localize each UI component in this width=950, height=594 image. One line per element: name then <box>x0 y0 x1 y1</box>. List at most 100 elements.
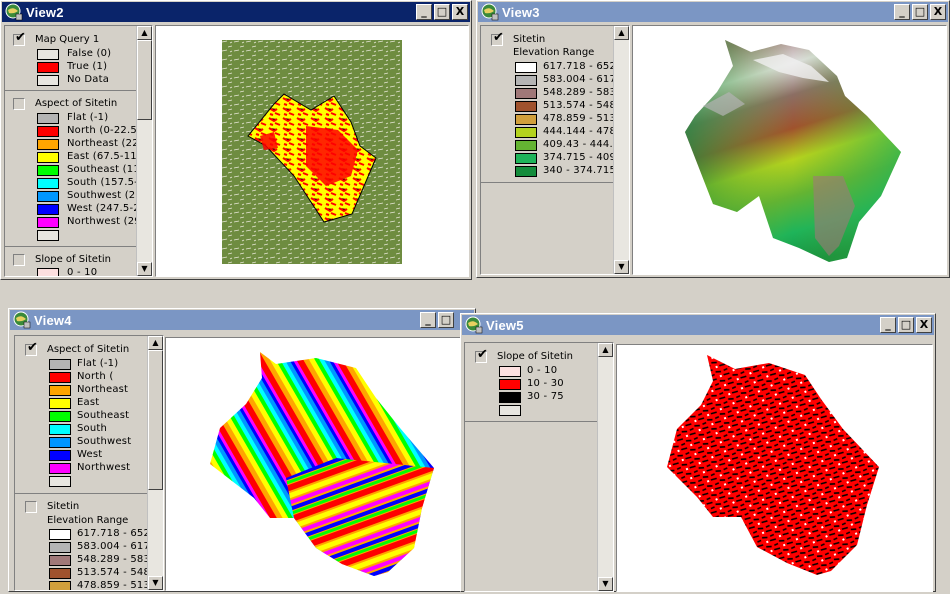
minimize-button[interactable]: _ <box>416 4 432 20</box>
legend-label: 0 - 10 <box>527 365 558 376</box>
maximize-button[interactable]: □ <box>912 4 928 20</box>
legend-swatch <box>49 359 71 370</box>
theme-visibility-checkbox[interactable] <box>13 254 25 266</box>
legend-swatch <box>49 542 71 553</box>
view2-map-display[interactable] <box>155 25 469 277</box>
legend-swatch <box>49 411 71 422</box>
scroll-down-button[interactable]: ▼ <box>614 260 629 274</box>
toc-vertical-scrollbar[interactable]: ▲ ▼ <box>147 336 163 590</box>
view3-table-of-contents[interactable]: Sitetin Elevation Range 617.718 - 652 58… <box>480 25 630 275</box>
theme-subtitle: Elevation Range <box>513 47 595 58</box>
toc-vertical-scrollbar[interactable]: ▲ ▼ <box>597 343 613 591</box>
legend-swatch <box>515 140 537 151</box>
view5-titlebar[interactable]: View5 _ □ X <box>462 315 934 335</box>
legend-label: West (247.5-2 <box>67 203 140 214</box>
view5-map-display[interactable] <box>616 344 933 592</box>
legend-swatch <box>499 405 521 416</box>
close-button[interactable]: X <box>930 4 946 20</box>
view2-title: View2 <box>26 4 64 20</box>
legend-label: Northwest (29 <box>67 216 141 227</box>
view-globe-icon <box>481 3 499 21</box>
legend-label: 374.715 - 409 <box>543 152 617 163</box>
maximize-button[interactable]: □ <box>898 317 914 333</box>
theme-visibility-checkbox[interactable] <box>491 34 503 46</box>
scroll-thumb[interactable] <box>148 350 163 490</box>
view2-titlebar[interactable]: View2 _ □ X <box>2 2 470 22</box>
legend-swatch <box>37 191 59 202</box>
legend-swatch <box>37 178 59 189</box>
view4-map-display[interactable] <box>165 337 475 591</box>
minimize-button[interactable]: _ <box>894 4 910 20</box>
scroll-up-button[interactable]: ▲ <box>148 336 163 350</box>
toc-vertical-scrollbar[interactable]: ▲ ▼ <box>136 26 152 276</box>
view3-window[interactable]: View3 _ □ X Sitetin Elevation Range 617.… <box>476 0 950 278</box>
theme-name[interactable]: Aspect of Sitetin <box>47 344 129 355</box>
view2-table-of-contents[interactable]: Map Query 1 False (0) True (1) No Data A… <box>4 25 153 277</box>
legend-swatch <box>515 166 537 177</box>
view2-window[interactable]: View2 _ □ X Map Query 1 False (0) True (… <box>0 0 472 280</box>
map-query-map <box>222 40 402 264</box>
legend-label: Southwest <box>77 436 132 447</box>
theme-visibility-checkbox[interactable] <box>475 351 487 363</box>
theme-visibility-checkbox[interactable] <box>13 34 25 46</box>
theme-name[interactable]: Sitetin <box>513 34 545 45</box>
legend-label: North (0-22.5 <box>67 125 137 136</box>
legend-swatch <box>37 268 59 276</box>
theme-visibility-checkbox[interactable] <box>25 344 37 356</box>
legend-swatch <box>49 437 71 448</box>
toc-vertical-scrollbar[interactable]: ▲ ▼ <box>613 26 629 274</box>
view4-table-of-contents[interactable]: Aspect of Sitetin Flat (-1) North ( Nort… <box>14 335 164 591</box>
theme-name[interactable]: Sitetin <box>47 501 79 512</box>
legend-swatch <box>37 165 59 176</box>
legend-label: Northwest <box>77 462 131 473</box>
legend-swatch <box>515 153 537 164</box>
legend-label: Northeast <box>77 384 129 395</box>
scroll-up-button[interactable]: ▲ <box>598 343 613 357</box>
legend-label: 340 - 374.715 <box>543 165 617 176</box>
theme-visibility-checkbox[interactable] <box>13 98 25 110</box>
scroll-down-button[interactable]: ▼ <box>598 577 613 591</box>
view5-window[interactable]: View5 _ □ X Slope of Sitetin 0 - 10 10 -… <box>460 313 936 592</box>
scroll-up-button[interactable]: ▲ <box>614 26 629 40</box>
view3-map-display[interactable] <box>632 25 947 275</box>
minimize-button[interactable]: _ <box>880 317 896 333</box>
theme-name[interactable]: Aspect of Sitetin <box>35 98 117 109</box>
legend-label: 478.859 - 513 <box>543 113 617 124</box>
legend-swatch <box>515 88 537 99</box>
legend-swatch <box>37 152 59 163</box>
legend-label: 478.859 - 513 <box>77 580 151 591</box>
scroll-thumb[interactable] <box>137 40 152 120</box>
theme-visibility-checkbox[interactable] <box>25 501 37 513</box>
theme-divider <box>15 493 149 494</box>
legend-swatch <box>37 217 59 228</box>
legend-swatch <box>515 62 537 73</box>
legend-swatch <box>37 49 59 60</box>
maximize-button[interactable]: □ <box>438 312 454 328</box>
minimize-button[interactable]: _ <box>420 312 436 328</box>
legend-swatch <box>37 126 59 137</box>
theme-name[interactable]: Slope of Sitetin <box>35 254 111 265</box>
scroll-down-button[interactable]: ▼ <box>148 576 163 590</box>
legend-label: South (157.5- <box>67 177 138 188</box>
scroll-down-button[interactable]: ▼ <box>137 262 152 276</box>
close-button[interactable]: X <box>916 317 932 333</box>
legend-swatch <box>499 366 521 377</box>
view5-table-of-contents[interactable]: Slope of Sitetin 0 - 10 10 - 30 30 - 75 … <box>464 342 614 592</box>
maximize-button[interactable]: □ <box>434 4 450 20</box>
elevation-map <box>685 40 901 262</box>
view4-window[interactable]: View4 _ □ Aspect of Sitetin Flat (-1) No… <box>8 308 476 592</box>
theme-name[interactable]: Map Query 1 <box>35 34 99 45</box>
legend-label: East <box>77 397 100 408</box>
scroll-up-button[interactable]: ▲ <box>137 26 152 40</box>
theme-name[interactable]: Slope of Sitetin <box>497 351 573 362</box>
view3-titlebar[interactable]: View3 _ □ X <box>478 2 948 22</box>
legend-swatch <box>37 204 59 215</box>
legend-swatch <box>515 114 537 125</box>
legend-label: 444.144 - 478 <box>543 126 617 137</box>
legend-swatch <box>49 476 71 487</box>
view3-title: View3 <box>502 4 540 20</box>
close-button[interactable]: X <box>452 4 468 20</box>
legend-label: 0 - 10 <box>67 267 98 277</box>
view4-titlebar[interactable]: View4 _ □ <box>10 310 474 330</box>
legend-label: 30 - 75 <box>527 391 564 402</box>
